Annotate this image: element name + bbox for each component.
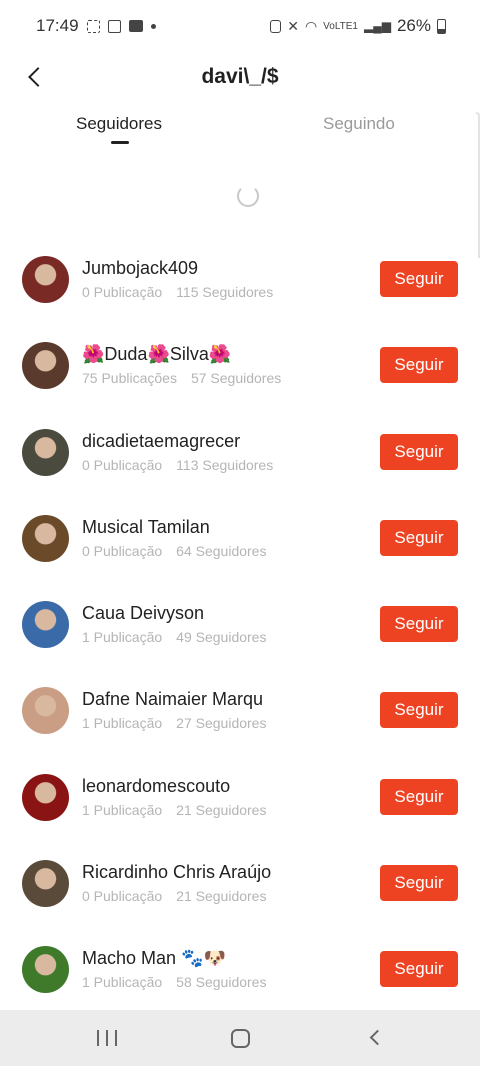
follow-button[interactable]: Seguir	[380, 519, 458, 556]
followers-list: Jumbojack409 0 Publicação 115 Seguidores …	[0, 236, 480, 1013]
signal-icon: ▂▄▆	[364, 19, 391, 33]
user-name[interactable]: Jumbojack409	[82, 258, 198, 279]
user-stats: 1 Publicação 49 Seguidores	[82, 629, 266, 645]
user-name[interactable]: Ricardinho Chris Araújo	[82, 862, 271, 883]
page-title: davi\_/$	[201, 65, 279, 88]
post-count: 0 Publicação	[82, 284, 163, 300]
follow-button[interactable]: Seguir	[380, 347, 458, 384]
user-name[interactable]: Dafne Naimaier Marqu	[82, 689, 263, 710]
user-name[interactable]: Caua Deivyson	[82, 603, 204, 624]
user-stats: 0 Publicação 115 Seguidores	[82, 284, 273, 300]
gallery-icon	[128, 20, 143, 32]
user-row[interactable]: Jumbojack409 0 Publicação 115 Seguidores …	[0, 236, 480, 322]
user-row[interactable]: leonardomescouto 1 Publicação 21 Seguidor…	[0, 754, 480, 840]
wifi-icon: ◠	[304, 17, 318, 34]
avatar[interactable]	[22, 946, 69, 994]
status-left: 17:49	[36, 16, 156, 36]
user-stats: 0 Publicação 64 Seguidores	[82, 543, 266, 559]
follower-count: 57 Seguidores	[190, 370, 282, 387]
post-count: 0 Publicação	[82, 456, 163, 473]
user-stats: 0 Publicação 113 Seguidores	[82, 457, 273, 473]
system-nav-bar	[0, 1010, 480, 1066]
follower-count: 64 Seguidores	[176, 542, 267, 559]
post-count: 1 Publicação	[82, 974, 163, 991]
follow-button[interactable]: Seguir	[380, 692, 458, 729]
follow-button[interactable]: Seguir	[380, 778, 458, 815]
chevron-left-icon	[28, 67, 48, 87]
user-stats: 75 Publicações 57 Seguidores	[82, 370, 281, 386]
avatar[interactable]	[22, 428, 69, 476]
active-tab-indicator	[111, 141, 129, 144]
avatar[interactable]	[22, 687, 69, 735]
battery-icon	[437, 18, 446, 34]
battery-level: 26%	[396, 16, 431, 35]
recent-apps-button[interactable]	[97, 1030, 117, 1046]
user-name[interactable]: dicadietaemagrecer	[82, 431, 240, 452]
avatar[interactable]	[22, 601, 69, 649]
post-count: 1 Publicação	[82, 715, 163, 732]
avatar[interactable]	[22, 773, 69, 821]
follow-button[interactable]: Seguir	[380, 261, 458, 297]
user-name[interactable]: 🌺Duda🌺Silva🌺	[82, 344, 231, 365]
follower-count: 21 Seguidores	[176, 888, 267, 905]
user-row[interactable]: Musical Tamilan 0 Publicação 64 Seguidore…	[0, 495, 480, 581]
user-row[interactable]: Ricardinho Chris Araújo 0 Publicação 21 S…	[0, 840, 480, 926]
follow-button[interactable]: Seguir	[380, 433, 458, 470]
system-back-button[interactable]	[369, 1029, 386, 1046]
tab-followers[interactable]: Seguidores	[76, 114, 162, 134]
user-stats: 1 Publicação 58 Seguidores	[82, 974, 266, 990]
header: davi\_/$	[0, 52, 480, 102]
user-name[interactable]: leonardomescouto	[82, 776, 230, 797]
follower-count: 58 Seguidores	[176, 974, 267, 991]
post-count: 1 Publicação	[82, 801, 163, 818]
status-bar: 17:49 ✕ ◠ VoLTE1 ▂▄▆ 26%	[0, 0, 480, 52]
status-time: 17:49	[36, 16, 79, 35]
follower-count: 115 Seguidores	[176, 284, 274, 300]
post-count: 1 Publicação	[82, 629, 163, 646]
home-button[interactable]	[231, 1029, 250, 1048]
status-right: ✕ ◠ VoLTE1 ▂▄▆ 26%	[270, 16, 446, 36]
follower-count: 27 Seguidores	[176, 715, 267, 732]
user-row[interactable]: Dafne Naimaier Marqu 1 Publicação 27 Segu…	[0, 667, 480, 753]
follower-count: 49 Seguidores	[176, 629, 267, 646]
user-stats: 1 Publicação 21 Seguidores	[82, 802, 266, 818]
user-stats: 1 Publicação 27 Seguidores	[82, 715, 266, 731]
follow-button[interactable]: Seguir	[380, 951, 458, 988]
alarm-icon	[270, 19, 282, 33]
post-count: 0 Publicação	[82, 888, 163, 905]
avatar[interactable]	[22, 342, 69, 390]
tab-bar: Seguidores Seguindo	[0, 108, 480, 152]
user-row[interactable]: dicadietaemagrecer 0 Publicação 113 Segui…	[0, 409, 480, 495]
network-type: VoLTE1	[323, 20, 358, 32]
user-row[interactable]: Caua Deivyson 1 Publicação 49 Seguidores …	[0, 581, 480, 667]
user-name[interactable]: Musical Tamilan	[82, 517, 210, 538]
follower-count: 21 Seguidores	[176, 801, 267, 818]
tab-following[interactable]: Seguindo	[323, 114, 395, 134]
follow-button[interactable]: Seguir	[380, 606, 458, 643]
notification-dot-icon	[150, 23, 156, 29]
user-row[interactable]: Macho Man 🐾🐶 1 Publicação 58 Seguidores S…	[0, 926, 480, 1012]
user-stats: 0 Publicação 21 Seguidores	[82, 888, 266, 904]
mute-icon: ✕	[287, 17, 299, 34]
screen-record-icon	[86, 19, 100, 33]
avatar[interactable]	[22, 860, 69, 908]
loading-spinner-icon	[237, 185, 259, 207]
user-row[interactable]: 🌺Duda🌺Silva🌺 75 Publicações 57 Seguidores…	[0, 322, 480, 408]
user-name[interactable]: Macho Man 🐾🐶	[82, 948, 226, 969]
avatar[interactable]	[22, 514, 69, 562]
follow-button[interactable]: Seguir	[380, 865, 458, 902]
avatar[interactable]	[22, 256, 69, 303]
back-button[interactable]	[18, 60, 52, 94]
screenshot-icon	[107, 19, 121, 33]
post-count: 0 Publicação	[82, 542, 163, 559]
follower-count: 113 Seguidores	[176, 456, 274, 473]
post-count: 75 Publicações	[82, 370, 177, 387]
